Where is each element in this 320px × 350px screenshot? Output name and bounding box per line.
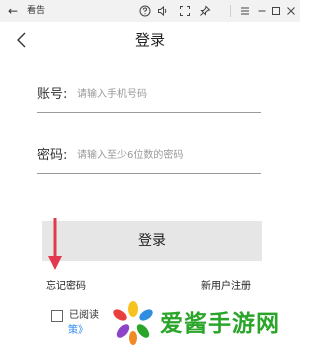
window-titlebar: ← 看告 [0, 0, 300, 22]
close-icon[interactable] [283, 3, 299, 19]
window-title: 看告 [27, 6, 46, 16]
watermark-logo-icon [113, 301, 153, 345]
account-label: 账号: [37, 87, 68, 102]
forgot-password-link[interactable]: 忘记密码 [46, 280, 86, 294]
fullscreen-icon[interactable] [177, 3, 193, 19]
maximize-icon[interactable] [268, 3, 284, 19]
policy-link[interactable]: 策》 [68, 324, 88, 338]
help-icon[interactable] [137, 3, 153, 19]
register-link[interactable]: 新用户注册 [201, 280, 251, 294]
pin-icon[interactable] [197, 3, 213, 19]
password-field: 密码: [37, 143, 261, 174]
watermark-text: 爱酱手游网 [160, 311, 280, 337]
window-back-icon[interactable]: ← [8, 3, 18, 19]
menu-icon[interactable] [237, 3, 253, 19]
volume-icon[interactable] [155, 3, 171, 19]
red-arrow-annotation [48, 218, 62, 270]
agreement-text: 已阅读 [69, 310, 99, 321]
login-button[interactable]: 登录 [42, 221, 262, 261]
password-label: 密码: [37, 148, 68, 163]
password-input[interactable] [77, 145, 257, 165]
login-screen: ← 看告 登录 账号: 请输入手机号码 密码: 登录 忘记密码 新用户注册 已阅… [0, 0, 300, 350]
agreement-checkbox[interactable] [51, 310, 63, 322]
titlebar-divider [230, 5, 231, 17]
account-field: 账号: [37, 82, 261, 113]
account-input[interactable] [77, 84, 257, 104]
page-title: 登录 [134, 31, 165, 49]
